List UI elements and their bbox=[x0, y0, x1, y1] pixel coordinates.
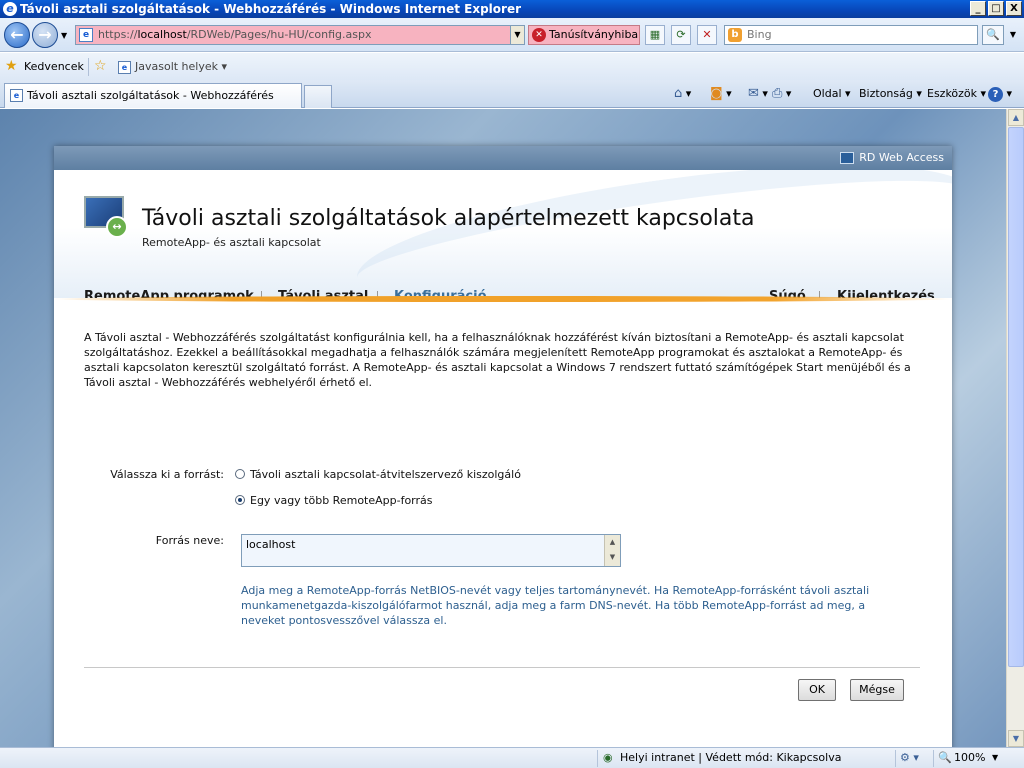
rdweb-label: RD Web Access bbox=[859, 151, 944, 164]
zoom-icon: 🔍 bbox=[938, 751, 952, 764]
source-name-input[interactable]: localhost ▲ ▼ bbox=[241, 534, 621, 567]
compatibility-view-icon[interactable]: ▦ bbox=[645, 25, 665, 45]
window-title: Távoli asztali szolgáltatások - Webhozzá… bbox=[20, 2, 521, 16]
suggested-sites-link[interactable]: e Javasolt helyek ▾ bbox=[118, 53, 227, 80]
refresh-icon[interactable]: ⟳ bbox=[671, 25, 691, 45]
page-icon: e bbox=[10, 89, 23, 102]
address-dropdown-icon[interactable]: ▼ bbox=[510, 26, 524, 44]
security-zone[interactable]: Helyi intranet | Védett mód: Kikapcsolva bbox=[620, 748, 841, 768]
page-icon: e bbox=[79, 28, 93, 42]
maximize-button[interactable]: □ bbox=[988, 1, 1004, 16]
remote-desktop-icon: ↔ bbox=[84, 196, 128, 240]
url-path: /RDWeb/Pages/hu-HU/config.aspx bbox=[186, 28, 372, 41]
print-icon[interactable]: ⎙ ▾ bbox=[772, 80, 791, 108]
radio-checked-icon bbox=[235, 495, 245, 505]
scroll-up-icon[interactable]: ▲ bbox=[1008, 109, 1024, 126]
scroll-down-icon[interactable]: ▼ bbox=[1008, 730, 1024, 747]
mail-icon[interactable]: ✉ ▾ bbox=[748, 80, 768, 108]
divider bbox=[933, 750, 934, 767]
add-favorite-icon[interactable]: ☆ bbox=[94, 53, 107, 80]
error-shield-icon: ✕ bbox=[532, 28, 546, 42]
radio-connection-broker[interactable]: Távoli asztali kapcsolat-átvitelszervező… bbox=[235, 468, 521, 481]
divider bbox=[597, 750, 598, 767]
home-icon[interactable]: ⌂ ▾ bbox=[674, 80, 691, 108]
scroll-up-icon[interactable]: ▲ bbox=[605, 535, 620, 550]
source-help-text: Adja meg a RemoteApp-forrás NetBIOS-nevé… bbox=[241, 584, 870, 627]
radio-unchecked-icon bbox=[235, 469, 245, 479]
favorites-button[interactable]: Kedvencek bbox=[24, 53, 84, 80]
status-bar: ◉ Helyi intranet | Védett mód: Kikapcsol… bbox=[0, 747, 1024, 768]
forward-button[interactable]: → bbox=[32, 22, 58, 48]
search-icon[interactable]: 🔍 bbox=[982, 25, 1004, 45]
back-button[interactable]: ← bbox=[4, 22, 30, 48]
url-host: localhost bbox=[137, 28, 187, 41]
source-label: Válassza ki a forrást: bbox=[110, 468, 224, 481]
favorites-star-icon: ★ bbox=[5, 58, 18, 74]
intro-text: A Távoli asztal - Webhozzáférés szolgált… bbox=[84, 331, 911, 389]
cancel-button[interactable]: Mégse bbox=[850, 679, 904, 701]
close-window-button[interactable]: X bbox=[1006, 1, 1022, 16]
rdweb-icon bbox=[840, 152, 855, 164]
scroll-down-icon[interactable]: ▼ bbox=[605, 550, 620, 565]
page-title: Távoli asztali szolgáltatások alapértelm… bbox=[142, 206, 755, 231]
ie-logo-icon: e bbox=[3, 2, 17, 16]
rdweb-panel: RD Web Access ↔ Távoli asztali szolgálta… bbox=[54, 146, 952, 747]
ok-button[interactable]: OK bbox=[798, 679, 836, 701]
orange-divider bbox=[54, 296, 952, 302]
help-icon[interactable]: ? ▾ bbox=[988, 80, 1012, 108]
safety-menu[interactable]: Biztonság ▾ bbox=[859, 80, 922, 108]
address-bar[interactable]: e https://localhost/RDWeb/Pages/hu-HU/co… bbox=[75, 25, 525, 45]
nav-logout[interactable]: Kijelentkezés bbox=[837, 282, 935, 298]
scroll-thumb[interactable] bbox=[1008, 127, 1024, 667]
banner: ↔ Távoli asztali szolgáltatások alapérte… bbox=[54, 170, 952, 298]
zoom-dropdown-icon[interactable]: ▼ bbox=[992, 748, 998, 768]
tab-rdweb[interactable]: e Távoli asztali szolgáltatások - Webhoz… bbox=[4, 83, 302, 108]
page-subtitle: RemoteApp- és asztali kapcsolat bbox=[142, 236, 321, 249]
window-titlebar: e Távoli asztali szolgáltatások - Webhoz… bbox=[0, 0, 1024, 18]
feeds-icon[interactable]: ◙ ▾ bbox=[710, 80, 732, 108]
navigation-toolbar: ← → ▼ e https://localhost/RDWeb/Pages/hu… bbox=[0, 18, 1024, 52]
rdweb-header: RD Web Access bbox=[54, 146, 952, 170]
new-tab-button[interactable] bbox=[304, 85, 332, 108]
minimize-button[interactable]: _ bbox=[970, 1, 986, 16]
radio-remoteapp-sources[interactable]: Egy vagy több RemoteApp-forrás bbox=[235, 494, 433, 507]
bing-icon: b bbox=[728, 28, 742, 42]
nav-remoteapp[interactable]: RemoteApp programok bbox=[84, 282, 254, 298]
certificate-error-button[interactable]: ✕ Tanúsítványhiba bbox=[528, 25, 640, 45]
divider bbox=[84, 667, 920, 668]
nav-help[interactable]: Súgó bbox=[769, 282, 806, 298]
search-options-icon[interactable]: ▼ bbox=[1006, 25, 1020, 45]
page-menu[interactable]: Oldal ▾ bbox=[813, 80, 851, 108]
textarea-scrollbar[interactable]: ▲ ▼ bbox=[604, 535, 620, 566]
favorites-bar: ★ Kedvencek ☆ e Javasolt helyek ▾ bbox=[0, 53, 1024, 80]
divider bbox=[895, 750, 896, 767]
banner-swoosh bbox=[349, 170, 952, 298]
search-input[interactable]: b Bing bbox=[724, 25, 978, 45]
tools-menu[interactable]: Eszközök ▾ bbox=[927, 80, 986, 108]
source-name-label: Forrás neve: bbox=[155, 534, 224, 547]
page-viewport: RD Web Access ↔ Távoli asztali szolgálta… bbox=[0, 109, 1006, 747]
intranet-globe-icon: ◉ bbox=[603, 751, 613, 764]
divider bbox=[88, 58, 89, 76]
history-dropdown-icon[interactable]: ▼ bbox=[61, 31, 67, 40]
protected-mode-icon[interactable]: ⚙ ▾ bbox=[900, 748, 919, 768]
stop-icon[interactable]: ✕ bbox=[697, 25, 717, 45]
zoom-level[interactable]: 100% bbox=[954, 748, 985, 768]
vertical-scrollbar[interactable]: ▲ ▼ bbox=[1006, 109, 1024, 747]
page-icon: e bbox=[118, 60, 131, 74]
